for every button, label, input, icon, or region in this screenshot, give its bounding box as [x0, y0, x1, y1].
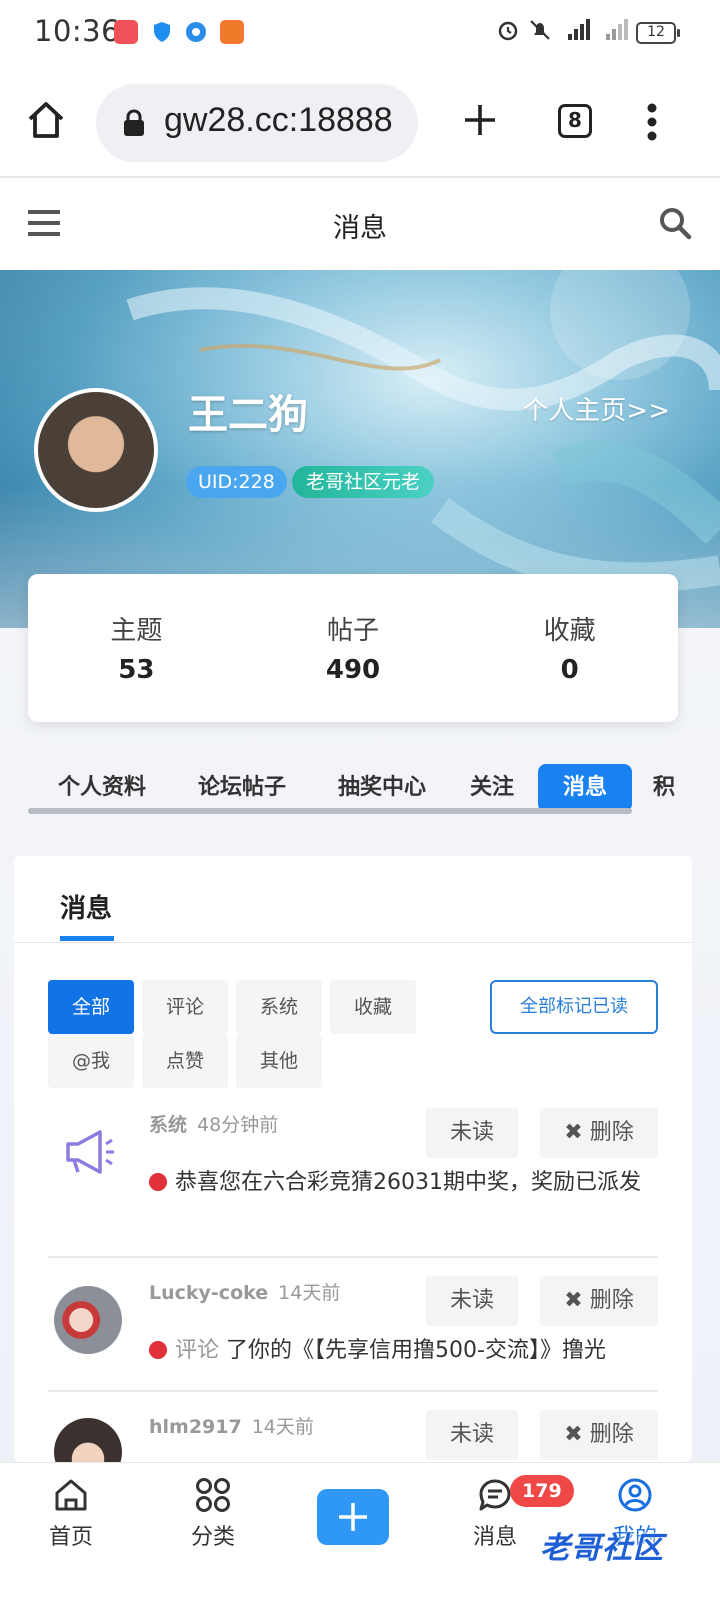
- message-text: 评论 了你的《【先享信用撸500-交流】》撸光: [149, 1334, 659, 1368]
- bottom-navigation: 首页 分类 消息 179 我的 老哥社区: [0, 1462, 720, 1600]
- status-time: 10:36: [34, 14, 121, 48]
- page-header: 消息: [0, 180, 720, 270]
- personal-homepage-link[interactable]: 个人主页>>: [522, 390, 670, 427]
- profile-name: 王二狗: [188, 392, 308, 438]
- tab-profile[interactable]: 个人资料: [42, 764, 162, 812]
- stat-favorites[interactable]: 收藏 0: [461, 574, 678, 722]
- grid-icon: [196, 1478, 230, 1512]
- home-icon[interactable]: [26, 100, 66, 140]
- mark-all-read-button[interactable]: 全部标记已读: [490, 980, 658, 1034]
- more-menu-icon[interactable]: [646, 102, 658, 142]
- list-item[interactable]: hlm2917 14天前 未读 ✖ 删除: [48, 1410, 658, 1462]
- nav-category[interactable]: 分类: [168, 1477, 258, 1551]
- message-time: 48分钟前: [197, 1114, 279, 1136]
- filter-all[interactable]: 全部: [48, 980, 134, 1034]
- list-item[interactable]: 系统 48分钟前 未读 ✖ 删除 恭喜您在六合彩竞猜26031期中奖，奖励已派发: [48, 1106, 658, 1246]
- message-time: 14天前: [278, 1282, 341, 1304]
- lock-icon: [122, 109, 146, 141]
- unread-button[interactable]: 未读: [426, 1276, 518, 1326]
- browser-app-icon: [184, 20, 208, 44]
- search-icon[interactable]: [658, 206, 692, 240]
- filter-other[interactable]: 其他: [236, 1034, 322, 1088]
- nav-home[interactable]: 首页: [26, 1477, 116, 1551]
- message-sender[interactable]: Lucky-coke 14天前: [149, 1278, 340, 1305]
- signal-weak-icon: [598, 18, 628, 47]
- filter-likes[interactable]: 点赞: [142, 1034, 228, 1088]
- rank-badge: 老哥社区元老: [292, 466, 435, 498]
- messages-panel: 消息 全部 评论 系统 收藏 @我 点赞 其他 全部标记已读 系统 48分钟前 未…: [14, 856, 692, 1462]
- plus-icon: [339, 1503, 367, 1531]
- filter-favorites[interactable]: 收藏: [330, 980, 416, 1034]
- site-watermark: 老哥社区: [540, 1531, 664, 1566]
- battery-icon: 12: [636, 21, 680, 44]
- stat-posts[interactable]: 帖子 490: [245, 574, 462, 722]
- unread-dot: [149, 1173, 167, 1191]
- unread-button[interactable]: 未读: [426, 1410, 518, 1460]
- message-time: 14天前: [251, 1416, 314, 1438]
- close-icon: ✖: [564, 1422, 590, 1447]
- alarm-icon: [496, 18, 520, 47]
- unread-button[interactable]: 未读: [426, 1108, 518, 1158]
- avatar[interactable]: [54, 1286, 122, 1354]
- signal-5g-icon: [560, 18, 590, 47]
- filter-system[interactable]: 系统: [236, 980, 322, 1034]
- tabs-scrollbar[interactable]: [28, 808, 632, 814]
- delete-button[interactable]: ✖ 删除: [540, 1276, 658, 1326]
- new-post-button[interactable]: [317, 1489, 389, 1545]
- close-icon: ✖: [564, 1120, 590, 1145]
- uid-badge: UID:228: [186, 466, 287, 498]
- stat-topics[interactable]: 主题 53: [28, 574, 245, 722]
- app-icon-orange: [220, 20, 244, 44]
- delete-button[interactable]: ✖ 删除: [540, 1410, 658, 1460]
- delete-button[interactable]: ✖ 删除: [540, 1108, 658, 1158]
- avatar[interactable]: [54, 1418, 122, 1462]
- profile-avatar[interactable]: [34, 388, 158, 512]
- shield-app-icon: [150, 20, 174, 44]
- tab-lottery[interactable]: 抽奖中心: [322, 764, 442, 812]
- message-sender[interactable]: hlm2917 14天前: [149, 1412, 314, 1439]
- close-icon: ✖: [564, 1288, 590, 1313]
- megaphone-icon: [54, 1118, 122, 1186]
- stats-card: 主题 53 帖子 490 收藏 0: [28, 574, 678, 722]
- mute-icon: [528, 18, 552, 47]
- tab-messages[interactable]: 消息: [538, 764, 632, 812]
- url-text: gw28.cc:18888: [164, 101, 393, 139]
- tab-points[interactable]: 积: [644, 764, 684, 812]
- notification-app-icon: [114, 20, 138, 44]
- home-icon: [55, 1479, 87, 1511]
- unread-dot: [149, 1341, 167, 1359]
- browser-toolbar: gw28.cc:18888 8: [0, 66, 720, 178]
- tab-follow[interactable]: 关注: [460, 764, 524, 812]
- status-bar: 10:36 12: [0, 0, 720, 66]
- message-sender[interactable]: 系统 48分钟前: [149, 1110, 278, 1137]
- chat-icon: [479, 1479, 511, 1511]
- panel-title[interactable]: 消息: [60, 888, 112, 925]
- message-text: 恭喜您在六合彩竞猜26031期中奖，奖励已派发: [149, 1166, 659, 1200]
- messages-badge: 179: [510, 1475, 574, 1507]
- new-tab-icon[interactable]: [462, 102, 498, 138]
- filter-comments[interactable]: 评论: [142, 980, 228, 1034]
- page-title: 消息: [333, 213, 387, 244]
- user-icon: [618, 1478, 652, 1512]
- address-bar[interactable]: gw28.cc:18888: [96, 84, 418, 162]
- tab-switcher-button[interactable]: 8: [558, 104, 592, 138]
- list-item[interactable]: Lucky-coke 14天前 未读 ✖ 删除 评论 了你的《【先享信用撸500-…: [48, 1276, 658, 1386]
- tab-forum-posts[interactable]: 论坛帖子: [182, 764, 302, 812]
- filter-mentions[interactable]: @我: [48, 1034, 134, 1088]
